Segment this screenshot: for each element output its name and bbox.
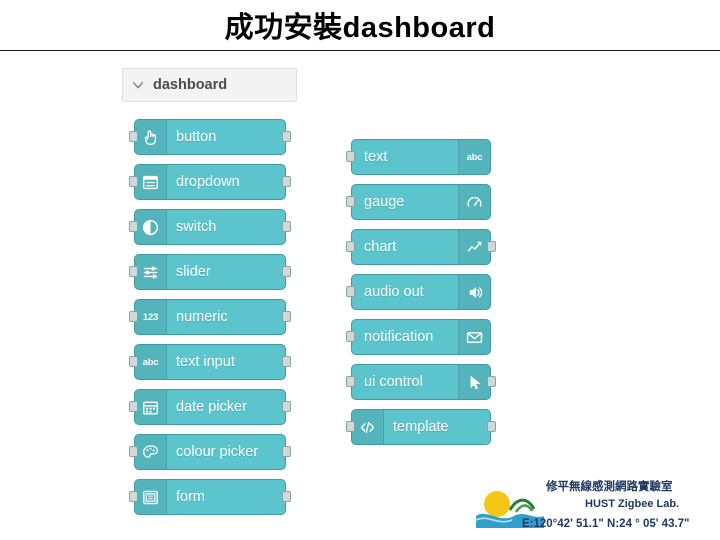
palette-icon [135,435,167,469]
palette-node-chart[interactable]: chart [346,229,496,265]
palette-node-numeric[interactable]: 123 numeric [129,299,291,335]
node-output-port[interactable] [487,421,496,432]
node-input-port[interactable] [129,131,138,142]
footer-lab-name-zh: 修平無線感測網路實驗室 [546,481,673,493]
palette-node-label: notification [364,329,434,345]
line-chart-icon [458,230,490,264]
form-icon [135,480,167,514]
abc-icon: abc [135,345,167,379]
palette-node-ui-control[interactable]: ui control [346,364,496,400]
node-input-port[interactable] [346,331,355,342]
palette-node-label: template [393,419,449,435]
node-input-port[interactable] [129,221,138,232]
123-icon: 123 [135,300,167,334]
hand-pointer-icon [135,120,167,154]
palette-node-notification[interactable]: notification [346,319,491,355]
node-input-port[interactable] [129,446,138,457]
palette-node-label: text [364,149,388,165]
abc-icon: abc [458,140,490,174]
palette-node-label: chart [364,239,397,255]
gauge-icon [458,185,490,219]
palette-node-dropdown[interactable]: dropdown [129,164,291,200]
node-input-port[interactable] [129,401,138,412]
palette-node-label: text input [176,354,235,370]
cursor-icon [458,365,490,399]
palette-node-text-input[interactable]: abc text input [129,344,291,380]
palette-node-text[interactable]: text abc [346,139,491,175]
palette-node-button[interactable]: button [129,119,291,155]
footer-logo-block: 修平無線感測網路實驗室 HUST Zigbee Lab. E:120°42' 5… [470,470,716,536]
palette-node-form[interactable]: form [129,479,291,515]
node-output-port[interactable] [487,376,496,387]
node-output-port[interactable] [282,221,291,232]
node-input-port[interactable] [346,196,355,207]
node-input-port[interactable] [346,151,355,162]
envelope-icon [458,320,490,354]
speaker-icon [458,275,490,309]
palette-node-label: dropdown [176,174,240,190]
node-input-port[interactable] [129,176,138,187]
node-output-port[interactable] [282,446,291,457]
node-input-port[interactable] [129,311,138,322]
node-input-port[interactable] [346,421,355,432]
palette-node-label: date picker [176,399,247,415]
palette-category-dashboard[interactable]: dashboard [122,68,297,102]
palette-node-label: switch [176,219,217,235]
palette-node-audio-out[interactable]: audio out [346,274,491,310]
palette-node-switch[interactable]: switch [129,209,291,245]
node-input-port[interactable] [129,266,138,277]
palette-node-date-picker[interactable]: date picker [129,389,291,425]
node-input-port[interactable] [346,286,355,297]
sliders-icon [135,255,167,289]
title-divider [0,50,720,51]
node-output-port[interactable] [282,311,291,322]
list-box-icon [135,165,167,199]
palette-node-colour-picker[interactable]: colour picker [129,434,291,470]
node-input-port[interactable] [129,356,138,367]
code-icon [352,410,384,444]
palette-node-template[interactable]: template [346,409,496,445]
node-output-port[interactable] [487,241,496,252]
palette-category-label: dashboard [153,77,228,93]
palette-node-label: gauge [364,194,405,210]
page-title: 成功安裝dashboard [224,12,496,44]
toggle-circle-icon [135,210,167,244]
palette-node-label: form [176,489,205,505]
palette-node-label: ui control [364,374,423,390]
node-output-port[interactable] [282,266,291,277]
node-output-port[interactable] [282,491,291,502]
chevron-down-icon [131,78,145,92]
calendar-icon [135,390,167,424]
node-input-port[interactable] [129,491,138,502]
node-output-port[interactable] [282,401,291,412]
palette-node-label: audio out [364,284,424,300]
palette-node-label: colour picker [176,444,259,460]
node-input-port[interactable] [346,241,355,252]
palette-node-label: numeric [176,309,228,325]
node-input-port[interactable] [346,376,355,387]
node-output-port[interactable] [282,356,291,367]
palette-node-gauge[interactable]: gauge [346,184,491,220]
footer-lab-name-en: HUST Zigbee Lab. [585,498,680,510]
footer-coordinates: E:120°42' 51.1" N:24 ° 05' 43.7" [522,518,690,530]
palette-node-label: button [176,129,217,145]
palette-node-slider[interactable]: slider [129,254,291,290]
node-output-port[interactable] [282,131,291,142]
palette-node-label: slider [176,264,211,280]
node-output-port[interactable] [282,176,291,187]
